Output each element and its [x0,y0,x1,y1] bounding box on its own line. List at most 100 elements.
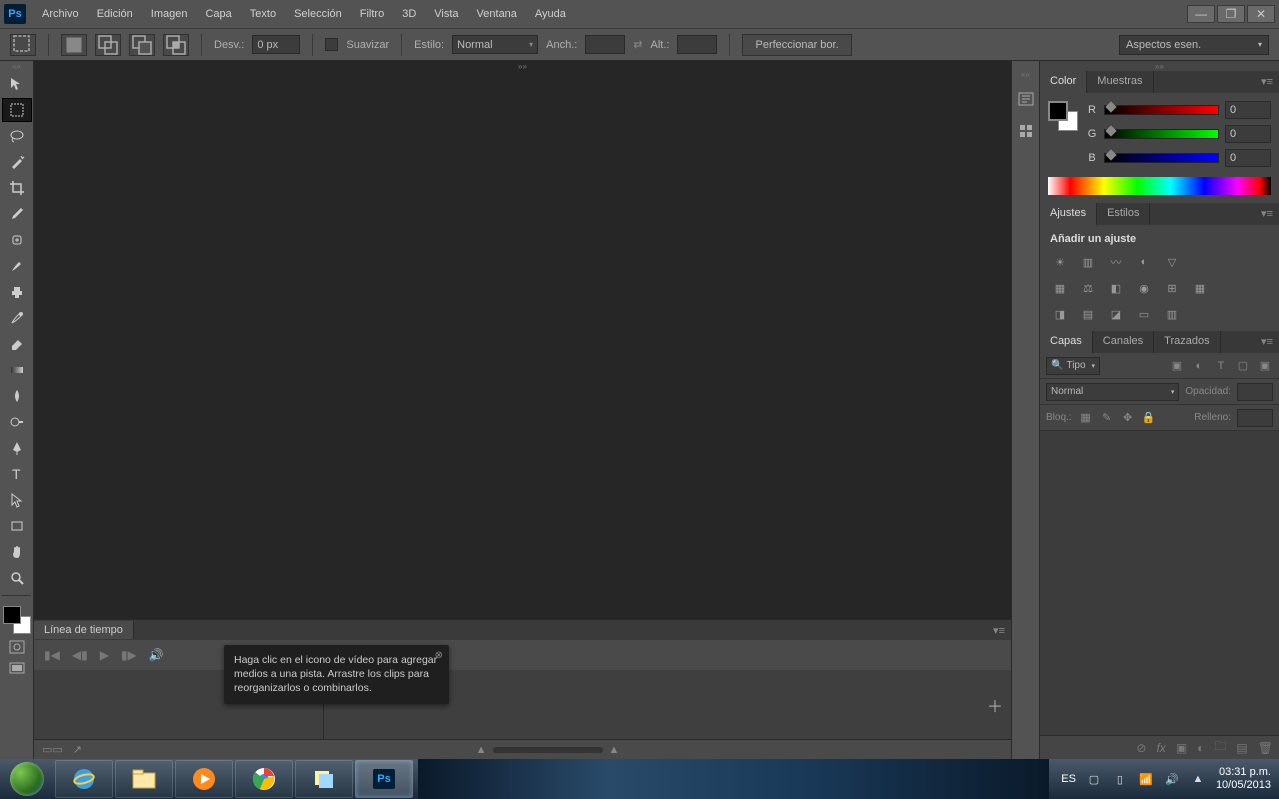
fg-swatch[interactable] [1048,101,1068,121]
swap-wh-icon[interactable]: ⇄ [633,38,642,51]
panel-menu-icon[interactable]: ▾≡ [1255,71,1279,93]
menu-ventana[interactable]: Ventana [469,4,525,24]
add-track-button[interactable]: ＋ [987,693,1003,717]
taskbar-photoshop[interactable]: Ps [355,760,413,798]
g-slider[interactable] [1104,129,1219,139]
feather-input[interactable] [252,35,300,54]
style-select[interactable]: Normal▾ [452,35,538,54]
grip-icon[interactable]: »» [34,61,1011,71]
properties-panel-icon[interactable] [1014,119,1038,143]
selective-color-icon[interactable]: ▥ [1162,305,1182,323]
color-swatches[interactable] [1048,101,1078,131]
threshold-icon[interactable]: ◪ [1106,305,1126,323]
menu-3d[interactable]: 3D [394,4,424,24]
bw-icon[interactable]: ◧ [1106,279,1126,297]
photo-filter-icon[interactable]: ◉ [1134,279,1154,297]
posterize-icon[interactable]: ▤ [1078,305,1098,323]
tray-network-icon[interactable]: 📶 [1138,771,1154,787]
filter-kind-select[interactable]: 🔍Tipo▾ [1046,357,1100,375]
tray-volume-icon[interactable]: 🔊 [1164,771,1180,787]
dodge-tool[interactable] [2,410,32,434]
minimize-button[interactable]: — [1187,5,1215,23]
vibrance-icon[interactable]: ▽ [1162,253,1182,271]
refine-edge-button[interactable]: Perfeccionar bor. [742,34,851,56]
panel-menu-icon[interactable]: ▾≡ [987,624,1011,637]
lock-pixels-icon[interactable]: ✎ [1099,410,1115,426]
go-first-frame-button[interactable]: ▮◀ [44,648,60,662]
grip-icon[interactable]: «« [0,61,33,71]
antialias-checkbox[interactable] [325,38,338,51]
group-icon[interactable]: 🗀 [1214,737,1226,758]
rectangle-tool[interactable] [2,514,32,538]
crop-tool[interactable] [2,176,32,200]
brightness-icon[interactable]: ☀ [1050,253,1070,271]
tool-preset-button[interactable] [10,34,36,56]
tray-flag-icon[interactable]: ▢ [1086,771,1102,787]
lock-position-icon[interactable]: ✥ [1120,410,1136,426]
hue-icon[interactable]: ▦ [1050,279,1070,297]
delete-layer-icon[interactable]: 🗑 [1258,741,1273,755]
color-balance-icon[interactable]: ⚖ [1078,279,1098,297]
next-frame-button[interactable]: ▮▶ [121,648,137,662]
taskbar-ie[interactable] [55,760,113,798]
timeline-options-icon[interactable]: ▭▭ [42,743,63,756]
play-button[interactable]: ▶ [100,648,109,662]
audio-button[interactable]: 🔊 [149,648,164,662]
subtract-selection-button[interactable] [129,34,155,56]
panel-menu-icon[interactable]: ▾≡ [1255,203,1279,225]
path-selection-tool[interactable] [2,488,32,512]
start-button[interactable] [0,759,54,799]
color-lookup-icon[interactable]: ▦ [1190,279,1210,297]
menu-archivo[interactable]: Archivo [34,4,87,24]
timeline-tab[interactable]: Línea de tiempo [34,621,134,639]
add-selection-button[interactable] [95,34,121,56]
taskbar-media-player[interactable] [175,760,233,798]
marquee-tool[interactable] [2,98,32,122]
tab-estilos[interactable]: Estilos [1097,203,1150,225]
filter-pixel-icon[interactable]: ▣ [1169,358,1185,374]
blend-mode-select[interactable]: Normal▾ [1046,383,1179,401]
brush-tool[interactable] [2,254,32,278]
healing-brush-tool[interactable] [2,228,32,252]
screen-mode-button[interactable] [2,660,32,678]
tab-capas[interactable]: Capas [1040,331,1093,353]
tab-muestras[interactable]: Muestras [1087,71,1153,93]
levels-icon[interactable]: ▥ [1078,253,1098,271]
tooltip-close-icon[interactable]: ⊗ [435,649,443,663]
tab-ajustes[interactable]: Ajustes [1040,203,1097,225]
panel-menu-icon[interactable]: ▾≡ [1255,331,1279,353]
hand-tool[interactable] [2,540,32,564]
menu-ayuda[interactable]: Ayuda [527,4,574,24]
opacity-input[interactable] [1237,383,1273,401]
grip-icon[interactable]: «« [1012,69,1039,79]
close-button[interactable]: ✕ [1247,5,1275,23]
eraser-tool[interactable] [2,332,32,356]
menu-vista[interactable]: Vista [426,4,466,24]
link-layers-icon[interactable]: ⊘ [1136,741,1146,755]
eyedropper-tool[interactable] [2,202,32,226]
g-input[interactable] [1225,125,1271,143]
blur-tool[interactable] [2,384,32,408]
language-indicator[interactable]: ES [1061,773,1076,785]
invert-icon[interactable]: ◨ [1050,305,1070,323]
tab-color[interactable]: Color [1040,71,1087,93]
workspace-switcher[interactable]: Aspectos esen.▾ [1119,35,1269,55]
lasso-tool[interactable] [2,124,32,148]
gradient-map-icon[interactable]: ▭ [1134,305,1154,323]
fill-input[interactable] [1237,409,1273,427]
zoom-in-icon[interactable]: ▲ [609,744,620,756]
layer-mask-icon[interactable]: ▣ [1176,741,1187,755]
foreground-color-swatch[interactable] [3,606,21,624]
adjustment-layer-icon[interactable]: ◐ [1197,741,1204,755]
height-input[interactable] [677,35,717,54]
zoom-tool[interactable] [2,566,32,590]
r-slider[interactable] [1104,105,1219,115]
curves-icon[interactable]: 〰 [1106,253,1126,271]
intersect-selection-button[interactable] [163,34,189,56]
render-icon[interactable]: ↗ [73,743,82,756]
b-slider[interactable] [1104,153,1219,163]
filter-adjust-icon[interactable]: ◐ [1191,358,1207,374]
layer-style-icon[interactable]: fx [1156,741,1165,755]
prev-frame-button[interactable]: ◀▮ [72,648,88,662]
maximize-button[interactable]: ❐ [1217,5,1245,23]
